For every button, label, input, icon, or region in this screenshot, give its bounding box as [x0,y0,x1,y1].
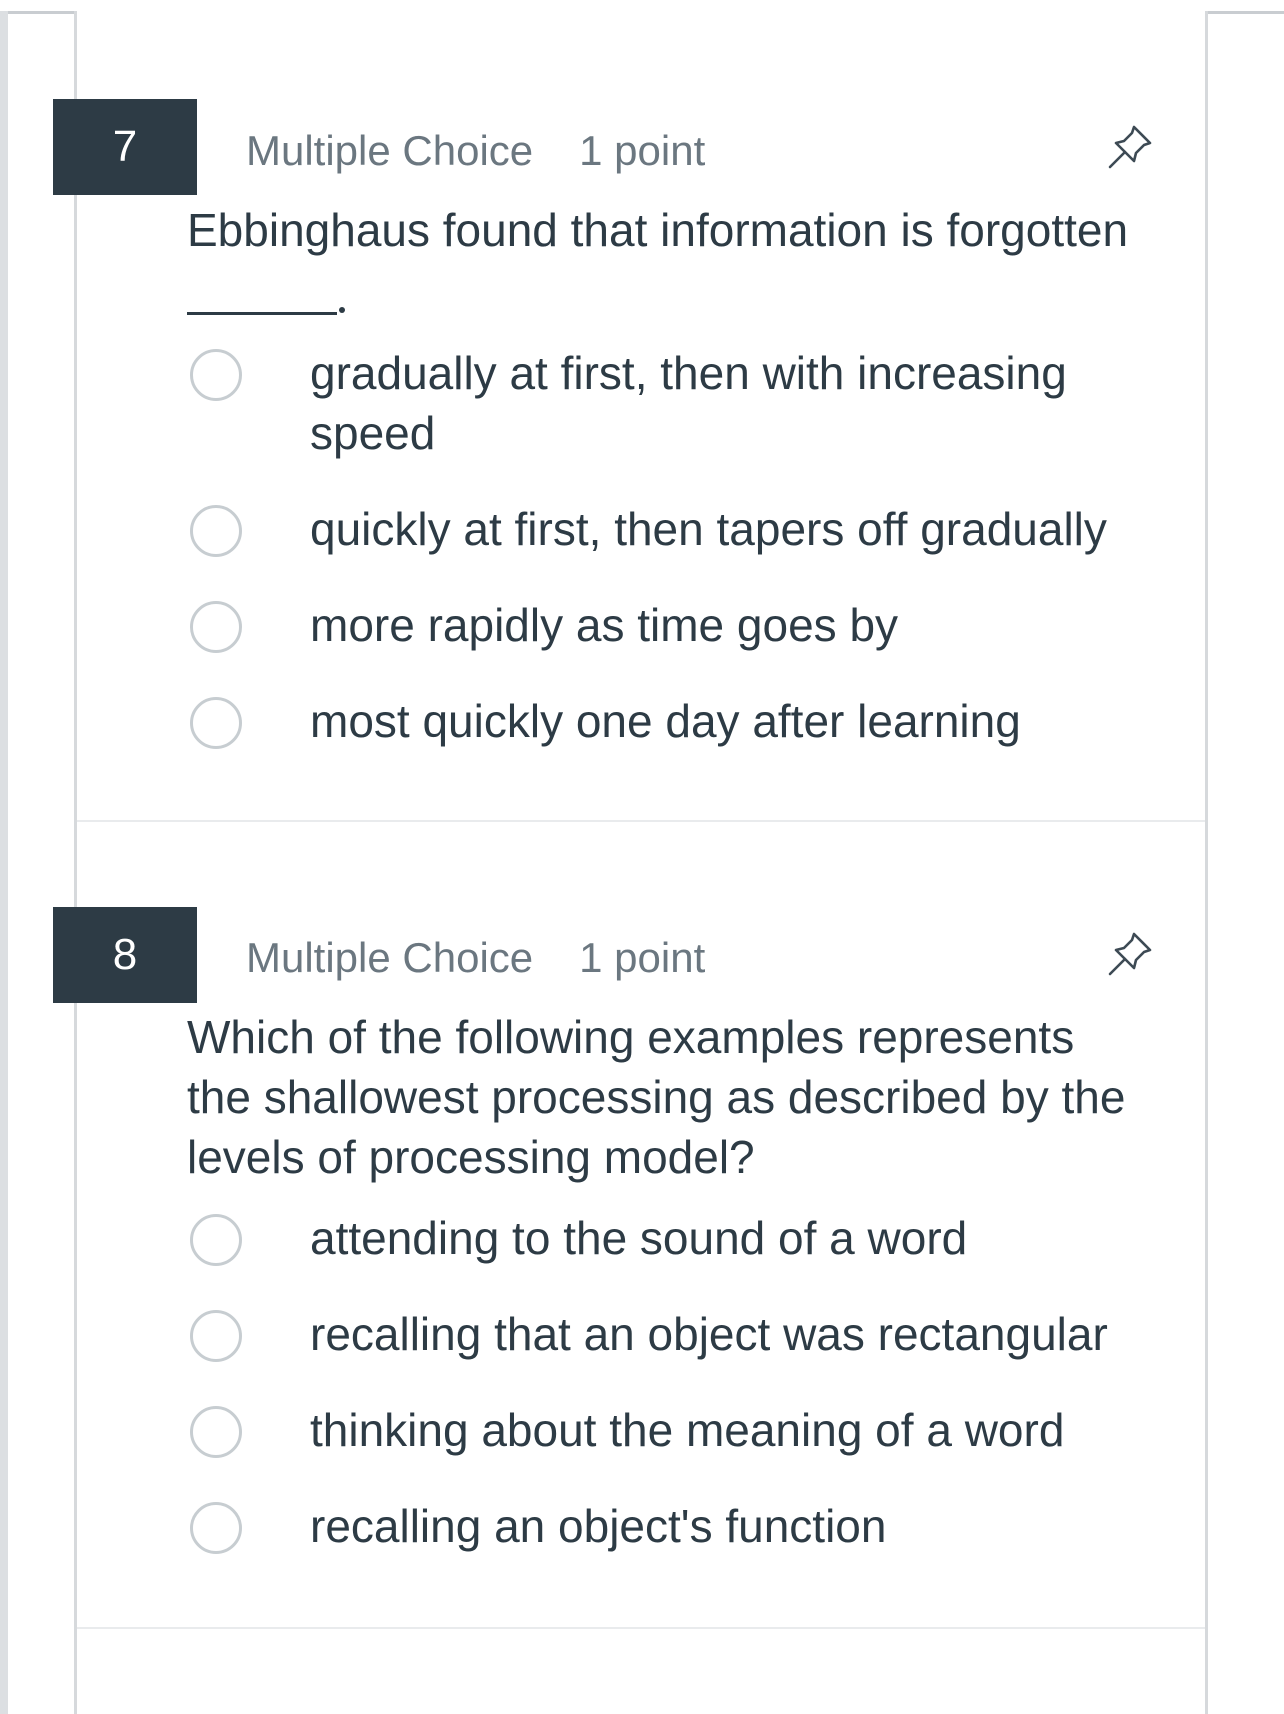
left-edge [0,11,8,1714]
answer-option-label[interactable]: attending to the sound of a word [310,1208,1170,1268]
question-type-label: Multiple Choice [246,127,534,174]
question-points-label: 1 point [579,934,706,981]
question-type-label: Multiple Choice [246,934,534,981]
answer-option-label[interactable]: quickly at first, then tapers off gradua… [310,499,1170,559]
radio-button[interactable] [190,505,242,557]
answer-option[interactable]: thinking about the meaning of a word [187,1404,1187,1465]
answer-option[interactable]: quickly at first, then tapers off gradua… [187,503,1187,564]
answer-option-label[interactable]: thinking about the meaning of a word [310,1400,1170,1460]
pushpin-icon[interactable] [1104,121,1156,173]
question-number-badge: 8 [53,907,197,1003]
answer-option[interactable]: attending to the sound of a word [187,1212,1187,1273]
question-number-badge: 7 [53,99,197,195]
question-header: Multiple Choice 1 point [246,937,705,979]
answer-option[interactable]: most quickly one day after learning [187,695,1187,756]
radio-button[interactable] [190,1310,242,1362]
answer-option-label[interactable]: more rapidly as time goes by [310,595,1170,655]
radio-button[interactable] [190,601,242,653]
answer-option[interactable]: recalling an object's function [187,1500,1187,1561]
radio-button[interactable] [190,697,242,749]
question-divider [77,1627,1205,1629]
question-text: Which of the following examples represen… [187,1011,1126,1183]
answer-option-label[interactable]: recalling an object's function [310,1496,1170,1556]
question-divider [77,820,1205,822]
answer-option-label[interactable]: recalling that an object was rectangular [310,1304,1170,1364]
blank-period [339,307,345,313]
answer-option-label[interactable]: gradually at first, then with increasing… [310,343,1170,463]
question-header: Multiple Choice 1 point [246,130,705,172]
pushpin-icon[interactable] [1104,928,1156,980]
question-points-label: 1 point [579,127,706,174]
radio-button[interactable] [190,1406,242,1458]
answer-option-label[interactable]: most quickly one day after learning [310,691,1170,751]
radio-button[interactable] [190,349,242,401]
radio-button[interactable] [190,1214,242,1266]
answer-option[interactable]: more rapidly as time goes by [187,599,1187,660]
radio-button[interactable] [190,1502,242,1554]
answer-option[interactable]: recalling that an object was rectangular [187,1308,1187,1369]
answer-blank [187,312,337,315]
answer-option[interactable]: gradually at first, then with increasing… [187,347,1187,468]
question-text: Ebbinghaus found that information is for… [187,204,1129,256]
